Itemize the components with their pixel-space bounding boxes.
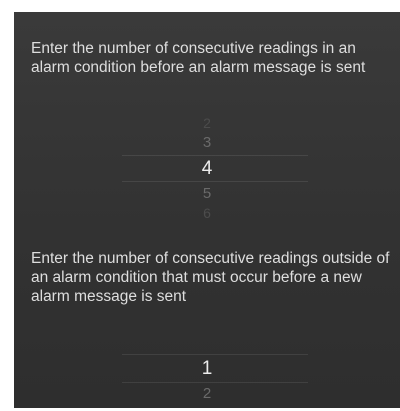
clear-readings-picker[interactable]: 1 2: [14, 342, 400, 408]
picker-option-selected[interactable]: 4: [14, 159, 400, 178]
picker-selection-line-top: [122, 155, 308, 156]
settings-screen: Enter the number of consecutive readings…: [14, 12, 400, 408]
picker-option[interactable]: 6: [14, 206, 400, 220]
picker-option[interactable]: 2: [14, 116, 400, 130]
clear-readings-instruction: Enter the number of consecutive readings…: [31, 250, 390, 305]
picker-selection-line-bottom: [122, 382, 308, 383]
picker-selection-line-bottom: [122, 181, 308, 182]
alarm-readings-instruction: Enter the number of consecutive readings…: [31, 40, 366, 76]
picker-option[interactable]: 3: [14, 135, 400, 150]
picker-option[interactable]: 2: [14, 386, 400, 401]
picker-option[interactable]: 5: [14, 186, 400, 201]
picker-option-selected[interactable]: 1: [14, 359, 400, 378]
picker-selection-line-top: [122, 354, 308, 355]
alarm-readings-picker[interactable]: 2 3 4 5 6: [14, 112, 400, 224]
